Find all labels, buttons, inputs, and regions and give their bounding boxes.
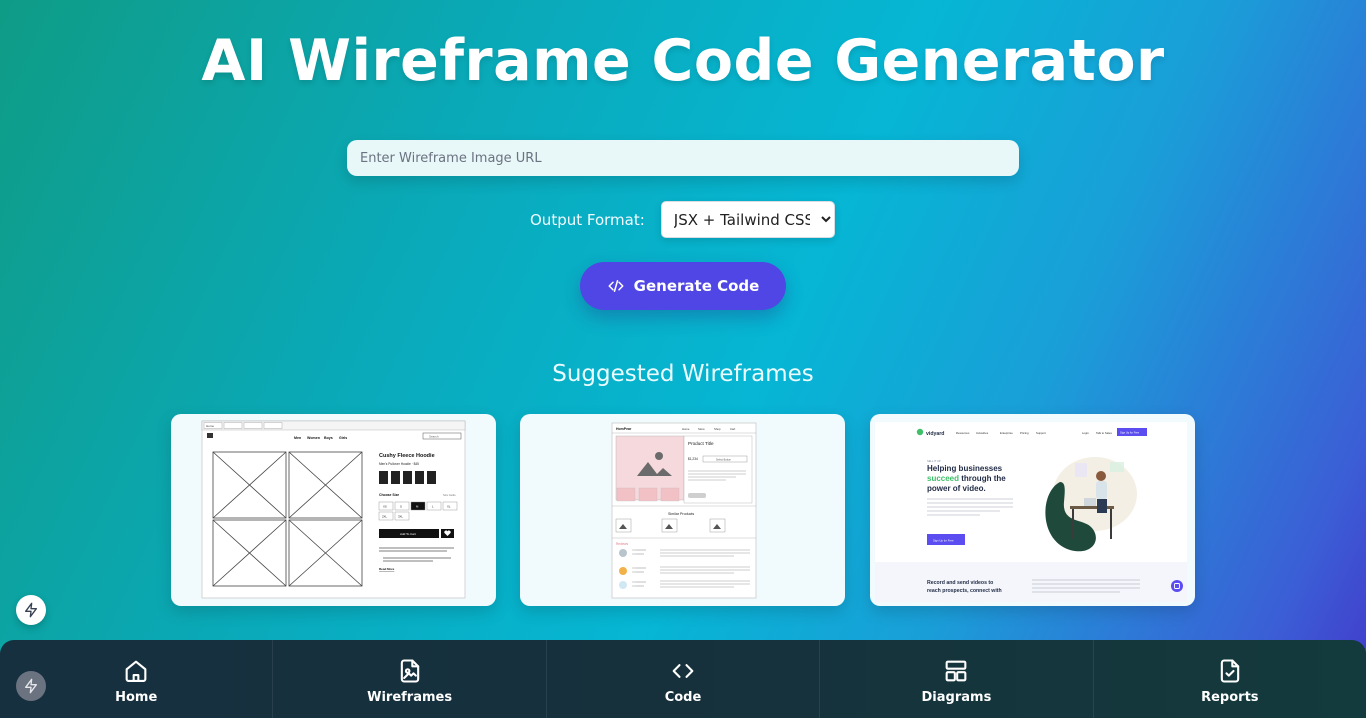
nav-label-wireframes: Wireframes (367, 690, 453, 705)
card2-select: Select Button (716, 459, 731, 462)
card1-product-title: Cushy Fleece Hoodie (379, 453, 435, 459)
card1-search: Search (429, 435, 439, 439)
card1-choose-size: Choose Size (379, 493, 399, 497)
wireframe-thumbnail: Home Men Women Boys Girls Search Cushy F… (201, 420, 466, 599)
card1-tab-1: Home (206, 424, 214, 428)
card3-footer-1: Record and send videos to (927, 580, 993, 586)
card3-nav-5: Support (1036, 431, 1046, 435)
quick-action-button[interactable] (16, 595, 46, 625)
card1-size-guide: Size Guide (443, 493, 456, 497)
card3-headline-highlight: succeed (927, 474, 959, 483)
card3-nav-3: Enterprise (1000, 431, 1013, 435)
output-format-select[interactable]: JSX + Tailwind CSS (660, 201, 835, 238)
code-icon (608, 280, 624, 292)
card2-nav-cart: Cart (730, 427, 736, 431)
code-icon (672, 664, 694, 678)
wireframe-card-product[interactable]: HomPear Home Store Shop Cart Product Tit… (520, 414, 845, 606)
card1-nav-men: Men (294, 436, 301, 440)
nav-item-wireframes[interactable]: Wireframes (273, 640, 547, 718)
home-icon (125, 660, 147, 682)
output-format-row: Output Format: JSX + Tailwind CSS (530, 201, 835, 238)
card3-talk: Talk to Sales (1096, 431, 1112, 435)
card1-size-3xl: 3XL (398, 515, 403, 519)
generate-code-button[interactable]: Generate Code (580, 262, 786, 310)
nav-item-reports[interactable]: Reports (1094, 640, 1366, 718)
card3-footer-2: reach prospects, connect with (927, 588, 1002, 594)
lightning-icon (25, 602, 37, 618)
nav-label-home: Home (115, 690, 158, 705)
wireframe-thumbnail: HomPear Home Store Shop Cart Product Tit… (611, 422, 757, 599)
card3-nav-4: Pricing (1020, 431, 1029, 435)
wireframe-image-icon (400, 659, 419, 683)
wireframe-url-input[interactable] (347, 140, 1019, 176)
card3-brand: vidyard (926, 431, 944, 437)
card3-signup: Sign Up for Free (1120, 431, 1140, 435)
report-check-icon (1220, 659, 1240, 683)
card2-product-title: Product Title (688, 441, 714, 446)
wireframe-thumbnail: vidyard Resources Industries Enterprise … (875, 422, 1187, 602)
svg-text:succeed through the: succeed through the (927, 474, 1006, 483)
layout-icon (946, 660, 967, 682)
card1-nav-girls: Girls (339, 436, 347, 440)
card2-nav-home: Home (682, 427, 690, 431)
generate-code-label: Generate Code (633, 277, 760, 295)
nav-label-code: Code (664, 690, 702, 705)
card3-nav-1: Resources (956, 431, 970, 435)
card2-logo: HomPear (616, 427, 632, 431)
output-format-label: Output Format: (530, 210, 645, 229)
card1-size-xs: XS (383, 505, 387, 509)
card1-size-s: S (400, 505, 402, 509)
card1-nav-boys: Boys (324, 436, 333, 440)
nav-item-code[interactable]: Code (547, 640, 821, 718)
card3-headline-3: power of video. (927, 484, 986, 493)
card2-nav-store: Store (698, 427, 705, 431)
card2-price: $1,234 (688, 457, 698, 461)
card3-eyebrow: SELL IT UP (927, 459, 941, 463)
lightning-icon (25, 678, 37, 694)
nav-label-diagrams: Diagrams (921, 690, 992, 705)
suggested-wireframes-list: Home Men Women Boys Girls Search Cushy F… (0, 414, 1366, 606)
card1-read-more: Read More (379, 567, 395, 571)
card2-reviews: Reviews (616, 542, 628, 546)
wireframe-card-hoodie[interactable]: Home Men Women Boys Girls Search Cushy F… (171, 414, 496, 606)
page-title: AI Wireframe Code Generator (201, 28, 1165, 94)
card3-nav-2: Industries (976, 431, 989, 435)
card1-product-subtitle: Men's Pullover Hoodie · $45 (379, 462, 419, 466)
card1-add-to-cart: Add To Cart (400, 532, 416, 536)
nav-item-diagrams[interactable]: Diagrams (820, 640, 1094, 718)
card3-headline-1: Helping businesses (927, 464, 1003, 473)
card3-headline-2: through the (959, 474, 1006, 483)
card3-cta: Sign Up for Free (933, 539, 954, 543)
quick-action-button-secondary[interactable] (16, 671, 46, 701)
card1-size-2xl: 2XL (382, 515, 387, 519)
card1-size-xl: XL (447, 505, 451, 509)
card3-login: Login (1082, 431, 1089, 435)
bottom-navigation: Home Wireframes Code Diagrams Reports (0, 640, 1366, 718)
nav-label-reports: Reports (1201, 690, 1259, 705)
card2-similar: Similar Products (668, 512, 694, 516)
suggested-wireframes-heading: Suggested Wireframes (552, 361, 814, 387)
card1-nav-women: Women (307, 436, 320, 440)
wireframe-card-vidyard[interactable]: vidyard Resources Industries Enterprise … (870, 414, 1195, 606)
card2-nav-shop: Shop (714, 427, 721, 431)
